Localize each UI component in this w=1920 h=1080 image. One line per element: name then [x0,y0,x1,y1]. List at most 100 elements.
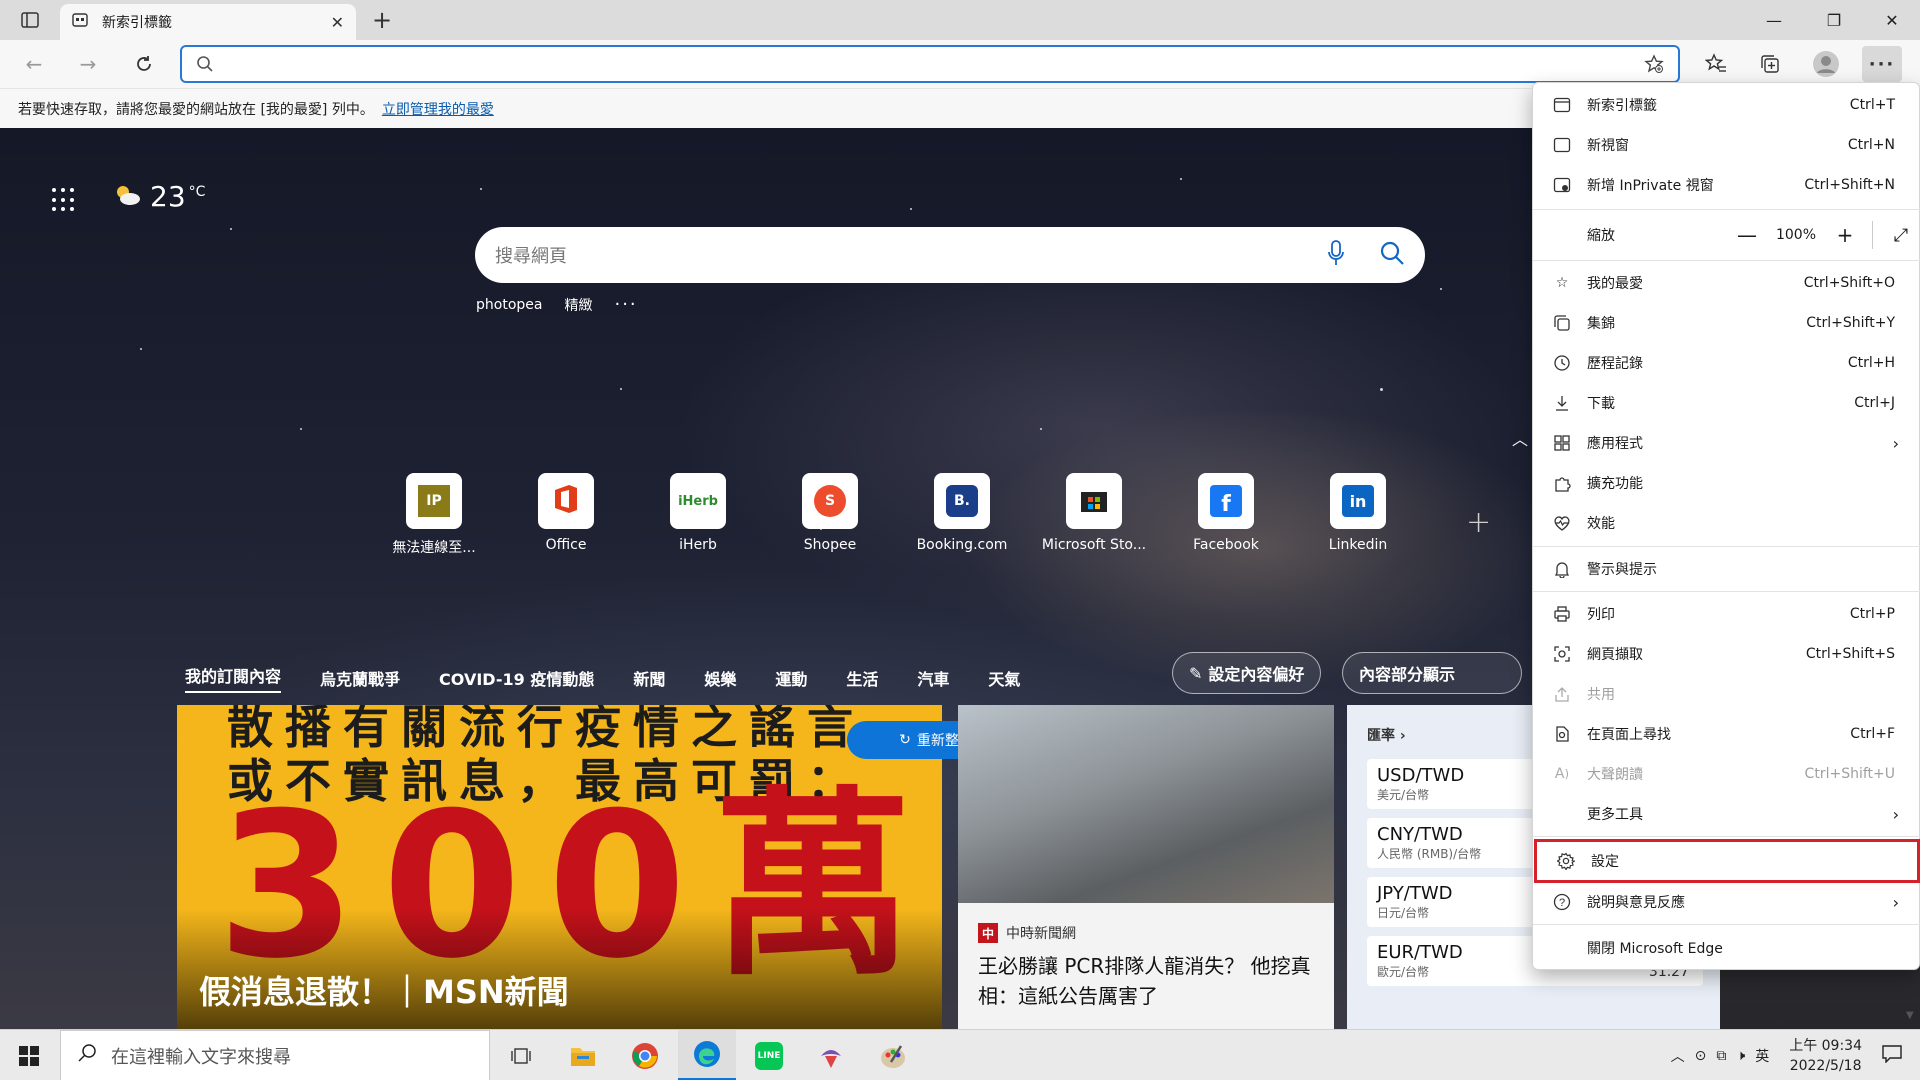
tab-title: 新索引標籤 [102,15,172,31]
menu-item-downloads[interactable]: 下載 Ctrl+J [1533,383,1920,423]
quick-link[interactable]: S Shopee [764,473,896,557]
menu-item-new-inprivate-window[interactable]: 新增 InPrivate 視窗 Ctrl+Shift+N [1533,165,1920,205]
menu-item-collections[interactable]: 集錦 Ctrl+Shift+Y [1533,303,1920,343]
quick-link[interactable]: f Facebook [1160,473,1292,557]
quick-link[interactable]: B. Booking.com [896,473,1028,557]
quick-link[interactable]: iHerb iHerb [632,473,764,557]
collections-icon[interactable] [1750,46,1790,82]
close-window-button[interactable]: ✕ [1864,0,1920,40]
temperature: 23 [150,180,186,213]
quick-link-label: Shopee [803,537,857,553]
zoom-out-button[interactable]: — [1728,223,1766,247]
menu-item-close-edge[interactable]: 關閉 Microsoft Edge [1533,928,1920,968]
feed-tab[interactable]: 汽車 [917,666,949,690]
suggestion-item[interactable]: 精緻 [564,295,592,315]
quick-link-label: iHerb [679,537,717,553]
refresh-button[interactable] [126,46,162,82]
feed-tab[interactable]: 新聞 [633,666,665,690]
feed-tab[interactable]: 我的訂閱內容 [185,663,282,693]
weather-widget[interactable]: 23 °C [114,180,205,213]
feed-tab[interactable]: 天氣 [988,666,1020,690]
add-favorite-icon[interactable] [1644,54,1664,78]
manage-favorites-link[interactable]: 立即管理我的最愛 [382,99,494,119]
search-submit-icon[interactable] [1379,240,1405,270]
content-visibility-button[interactable]: 內容部分顯示 [1342,652,1522,694]
menu-item-performance[interactable]: 效能 [1533,503,1920,543]
taskbar-search-input[interactable]: 在這裡輸入文字來搜尋 [60,1030,490,1080]
menu-item-alerts[interactable]: 警示與提示 [1533,549,1920,589]
quick-link[interactable]: in Linkedin [1292,473,1424,557]
bell-icon [1551,558,1573,580]
feed-tab[interactable]: 娛樂 [704,666,736,690]
paint-app-icon[interactable] [864,1030,922,1080]
performance-icon [1551,512,1573,534]
source-name: 中時新聞網 [1006,926,1076,942]
app-launcher-icon[interactable] [52,188,76,212]
profile-avatar[interactable] [1806,46,1846,82]
microphone-icon[interactable] [1327,240,1345,270]
quick-link-label: Linkedin [1328,537,1388,553]
chevron-up-icon[interactable]: ︿ [1671,1046,1685,1066]
web-search-box[interactable]: 搜尋網頁 [475,227,1425,283]
menu-item-settings[interactable]: 設定 [1534,839,1920,883]
browser-tab[interactable]: 新索引標籤 ✕ [60,4,356,40]
edge-icon[interactable] [678,1030,736,1080]
quick-link-label: Office [545,537,587,553]
quick-link[interactable]: Office [500,473,632,557]
personalize-button[interactable]: ✎ 設定內容偏好 [1172,652,1322,694]
start-button[interactable] [0,1030,58,1080]
quick-link[interactable]: Microsoft Sto... [1028,473,1160,557]
menu-item-apps[interactable]: 應用程式 › [1533,423,1920,463]
tab-actions-icon[interactable] [10,6,50,34]
menu-item-help-and-feedback[interactable]: ? 說明與意見反應 › [1533,882,1920,922]
booking-icon: B. [946,485,978,517]
menu-item-new-window[interactable]: 新視窗 Ctrl+N [1533,125,1920,165]
minimize-button[interactable]: — [1746,0,1802,40]
clock[interactable]: 上午 09:34 2022/5/18 [1789,1036,1862,1076]
restore-button[interactable]: ❐ [1806,0,1862,40]
input-method-indicator[interactable]: 英 [1755,1046,1769,1066]
forward-button[interactable]: → [70,46,106,82]
menu-item-new-tab[interactable]: 新索引標籤 Ctrl+T [1533,85,1920,125]
news-card[interactable]: 中 中時新聞網 王必勝讓 PCR排隊人龍消失？ 他挖真相：這紙公告厲害了 [958,705,1334,1029]
menu-item-favorites[interactable]: ☆ 我的最愛 Ctrl+Shift+O [1533,263,1920,303]
chevron-up-icon[interactable]: ︿ [1512,426,1528,450]
address-bar[interactable] [180,45,1680,83]
menu-item-history[interactable]: 歷程記錄 Ctrl+H [1533,343,1920,383]
feed-tab[interactable]: 運動 [775,666,807,690]
suggestion-item[interactable]: photopea [476,297,542,313]
menu-item-extensions[interactable]: 擴充功能 [1533,463,1920,503]
featured-news-card[interactable]: 散播有關流行疫情之謠言 或不實訊息，最高可罰： 300萬 假消息退散！｜MSN新… [177,705,942,1029]
favorites-icon[interactable] [1696,46,1736,82]
microsoft-store-icon [1079,484,1109,518]
zoom-in-button[interactable]: + [1826,223,1864,247]
feed-tab[interactable]: 烏克蘭戰爭 [320,666,400,690]
menu-item-find-on-page[interactable]: 在頁面上尋找 Ctrl+F [1533,714,1920,754]
fullscreen-icon[interactable]: ⤢ [1881,225,1920,246]
line-icon[interactable]: LINE [740,1030,798,1080]
volume-icon[interactable]: 🕨 [1736,1048,1745,1064]
chevron-right-icon: › [1892,804,1899,824]
meet-now-icon[interactable]: ⊙ [1695,1048,1707,1064]
file-explorer-icon[interactable] [554,1030,612,1080]
close-tab-icon[interactable]: ✕ [331,13,344,32]
task-view-icon[interactable] [492,1030,550,1080]
scroll-down-arrow[interactable]: ▼ [1906,1010,1914,1021]
notification-icon[interactable] [1882,1044,1902,1067]
settings-and-more-menu: 新索引標籤 Ctrl+T 新視窗 Ctrl+N 新增 InPrivate 視窗 Ctr… [1532,82,1920,970]
network-icon[interactable]: ⧉ [1716,1048,1726,1064]
chrome-icon[interactable] [616,1030,674,1080]
exchange-rate-header[interactable]: 匯率 › [1367,725,1406,745]
settings-and-more-button[interactable]: ··· [1862,46,1902,82]
menu-item-more-tools[interactable]: 更多工具 › [1533,794,1920,834]
feed-tab[interactable]: 生活 [846,666,878,690]
feed-tab[interactable]: COVID-19 疫情動態 [439,666,594,690]
add-quick-link-button[interactable]: + [1466,505,1491,540]
new-tab-button[interactable]: + [366,6,398,34]
quick-link[interactable]: IP 無法連線至... [368,473,500,557]
menu-item-web-capture[interactable]: 網頁擷取 Ctrl+Shift+S [1533,634,1920,674]
menu-item-print[interactable]: 列印 Ctrl+P [1533,594,1920,634]
back-button[interactable]: ← [16,46,52,82]
app-icon[interactable] [802,1030,860,1080]
more-suggestions-icon[interactable]: ··· [614,294,637,315]
